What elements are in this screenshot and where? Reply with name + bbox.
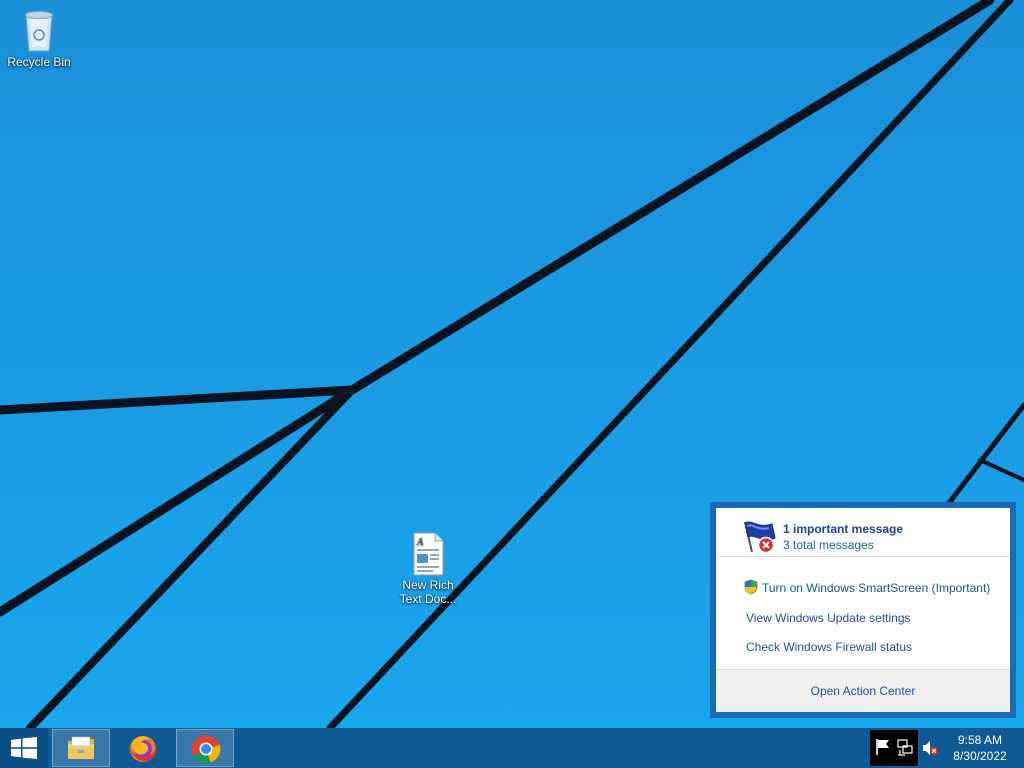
recycle-bin-icon: [25, 11, 53, 52]
start-button[interactable]: [0, 728, 48, 768]
desktop-icon-label: New Rich Text Doc...: [399, 578, 457, 606]
firefox-icon: [130, 736, 157, 762]
chrome-icon: [191, 735, 221, 764]
action-center-subtitle: 3 total messages: [783, 538, 874, 552]
volume-muted-icon[interactable]: [922, 740, 938, 756]
taskbar-file-explorer[interactable]: [52, 729, 110, 767]
tray-notification-area: [870, 730, 918, 766]
action-center-flag-icon: [744, 521, 776, 554]
desktop-icon-new-rich-text-document[interactable]: A New Rich Text Doc...: [390, 532, 466, 606]
network-icon[interactable]: [897, 738, 913, 756]
firewall-status-link[interactable]: Check Windows Firewall status: [746, 640, 912, 654]
separator: [716, 556, 1010, 557]
taskbar-chrome[interactable]: [176, 729, 234, 767]
file-explorer-icon: [68, 736, 94, 759]
uac-shield-icon: [744, 579, 758, 595]
action-center-tray-icon[interactable]: [875, 738, 891, 756]
clock-time: 9:58 AM: [957, 733, 1003, 747]
action-center-popup: 1 important message 3 total messages Tur…: [710, 502, 1016, 718]
taskbar-clock[interactable]: 9:58 AM 8/30/2022: [946, 732, 1014, 764]
taskbar: 9:58 AM 8/30/2022: [0, 728, 1024, 768]
windows-update-settings-link[interactable]: View Windows Update settings: [746, 611, 911, 625]
smartscreen-link[interactable]: Turn on Windows SmartScreen (Important): [762, 581, 990, 595]
action-center-footer: Open Action Center: [716, 670, 1010, 712]
desktop-icon-label: Recycle Bin: [7, 55, 71, 69]
action-center-title: 1 important message: [783, 522, 904, 536]
action-center-header: 1 important message 3 total messages: [716, 508, 1010, 554]
windows-logo-icon: [11, 737, 37, 759]
svg-text:A: A: [416, 537, 424, 548]
desktop-icon-recycle-bin[interactable]: Recycle Bin: [1, 7, 77, 69]
open-action-center-link[interactable]: Open Action Center: [716, 684, 1010, 698]
rich-text-document-icon: A: [413, 532, 444, 576]
desktop[interactable]: Recycle Bin A New Rich Text Doc... 1 imp…: [0, 0, 1024, 728]
clock-date: 8/30/2022: [953, 749, 1007, 763]
taskbar-firefox[interactable]: [114, 729, 172, 767]
action-center-panel: 1 important message 3 total messages Tur…: [716, 508, 1010, 712]
